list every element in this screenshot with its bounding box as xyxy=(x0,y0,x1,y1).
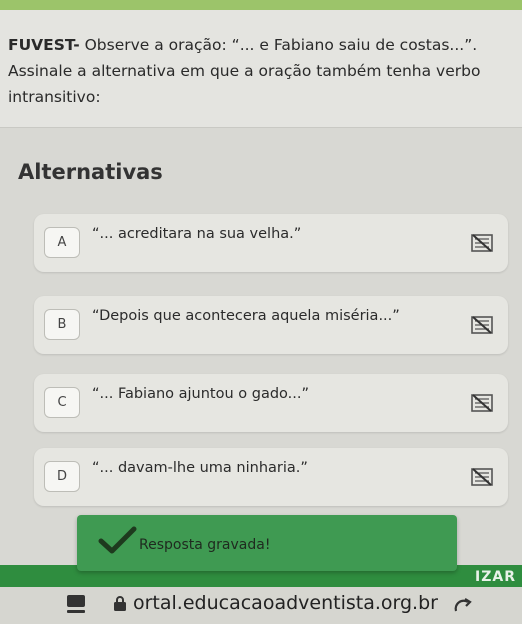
toast-message: Resposta gravada! xyxy=(139,537,271,553)
saved-toast: Resposta gravada! xyxy=(77,515,457,571)
strikethrough-icon[interactable] xyxy=(470,392,494,414)
option-b[interactable]: B “Depois que acontecera aquela miséria.… xyxy=(34,296,508,354)
option-letter: A xyxy=(44,227,80,258)
option-text: “Depois que acontecera aquela miséria...… xyxy=(92,308,400,324)
finalize-button[interactable]: IZAR xyxy=(475,569,516,585)
top-accent-bar xyxy=(0,0,522,10)
option-text: “... acreditara na sua velha.” xyxy=(92,226,302,242)
reload-icon[interactable] xyxy=(452,597,474,617)
option-a[interactable]: A “... acreditara na sua velha.” xyxy=(34,214,508,272)
url-text[interactable]: ortal.educacaoadventista.org.br xyxy=(133,592,438,614)
checkmark-icon xyxy=(98,526,137,554)
option-letter: B xyxy=(44,309,80,340)
lock-icon xyxy=(114,596,126,611)
browser-address-bar[interactable]: ortal.educacaoadventista.org.br xyxy=(0,587,522,624)
strikethrough-icon[interactable] xyxy=(470,232,494,254)
option-text: “... davam-lhe uma ninharia.” xyxy=(92,460,308,476)
question-line-2: Assinale a alternativa em que a oração t… xyxy=(8,62,481,80)
question-source: FUVEST- xyxy=(8,36,80,54)
alternatives-heading: Alternativas xyxy=(18,160,163,184)
strikethrough-icon[interactable] xyxy=(470,314,494,336)
question-line-1: FUVEST- Observe a oração: “... e Fabiano… xyxy=(8,32,512,58)
question-text-1: Observe a oração: “... e Fabiano saiu de… xyxy=(79,36,478,54)
tabs-icon[interactable] xyxy=(66,593,86,615)
option-text: “... Fabiano ajuntou o gado...” xyxy=(92,386,310,402)
option-d[interactable]: D “... davam-lhe uma ninharia.” xyxy=(34,448,508,506)
strikethrough-icon[interactable] xyxy=(470,466,494,488)
option-letter: D xyxy=(44,461,80,492)
question-statement: FUVEST- Observe a oração: “... e Fabiano… xyxy=(0,10,522,128)
option-c[interactable]: C “... Fabiano ajuntou o gado...” xyxy=(34,374,508,432)
option-letter: C xyxy=(44,387,80,418)
question-line-3: intransitivo: xyxy=(8,88,101,106)
